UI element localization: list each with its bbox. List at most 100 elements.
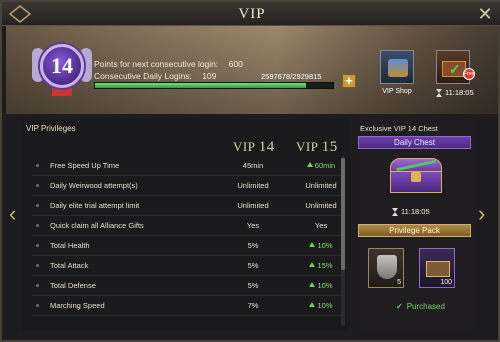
privilege-name: Total Attack (50, 261, 89, 270)
up-arrow-icon (309, 282, 316, 287)
privilege-row: Daily elite trial attempt limit Unlimited… (32, 196, 342, 216)
points-value: 600 (228, 59, 243, 69)
jewel-icon (388, 59, 408, 77)
privilege-name: Total Defense (50, 281, 96, 290)
login-info: Points for next consecutive login: 600 C… (94, 58, 404, 82)
vip-window: VIP ✕ 14 Points for next consecutive log… (0, 0, 500, 342)
privilege-value-vip14: Unlimited (237, 201, 269, 210)
purchased-label: Purchased (406, 302, 445, 311)
col-vip14-level: 14 (258, 139, 275, 155)
privilege-value-vip14: 5% (247, 261, 259, 270)
up-arrow-icon (309, 302, 316, 307)
next-level-arrow-icon[interactable]: › (478, 202, 488, 226)
chest-timer-top: 11:18:05 (436, 88, 474, 98)
privileges-scrollbar[interactable] (341, 156, 345, 326)
vip-level-badge: 14 (40, 44, 84, 88)
points-label: Points for next consecutive login: (94, 59, 219, 69)
col-vip15-level: 15 (321, 139, 338, 155)
privilege-value-vip14: 5% (247, 281, 259, 290)
vip-shop-button[interactable] (380, 50, 414, 84)
privilege-value-vip14: Unlimited (237, 181, 269, 190)
vip-level-number: 14 (51, 53, 73, 78)
chest-timer: 11:18:05 (392, 207, 430, 217)
bullet-icon (36, 204, 39, 207)
daily-chest-tab[interactable]: Daily Chest (358, 136, 471, 149)
privilege-row: Total Attack 5% 15% (32, 256, 342, 276)
logins-value: 109 (202, 71, 217, 81)
privilege-pack-tab[interactable]: Privilege Pack (358, 224, 471, 237)
ornament-icon (8, 5, 32, 23)
pack-item-count: 5 (397, 279, 401, 286)
bullet-icon (36, 284, 39, 287)
privilege-row: Total Defense 5% 10% (32, 276, 342, 296)
privilege-value-vip15-text: 10% (317, 281, 333, 290)
exclusive-title: Exclusive VIP 14 Chest (360, 124, 438, 133)
privilege-value-vip15: 15% (296, 261, 346, 270)
col-vip15-prefix: VIP (296, 139, 318, 154)
chest-icon (426, 261, 450, 277)
up-arrow-icon (306, 162, 313, 167)
logins-label: Consecutive Daily Logins: (94, 71, 192, 81)
up-arrow-icon (309, 262, 316, 267)
bullet-icon (36, 184, 39, 187)
privilege-value-vip15-text: 15% (317, 261, 333, 270)
hourglass-icon (436, 89, 442, 98)
bullet-icon (36, 164, 39, 167)
add-points-button[interactable]: + (342, 74, 356, 88)
privilege-row: Free Speed Up Time 45min 60min (32, 156, 342, 176)
privilege-value-vip14: Yes (246, 221, 260, 230)
privilege-value-vip15: 10% (296, 281, 346, 290)
privilege-value-vip15-text: 60min (314, 161, 336, 170)
privilege-value-vip15: Unlimited (296, 201, 346, 210)
privilege-value-vip15-text: 10% (317, 241, 333, 250)
pack-item-chest[interactable]: 100 (419, 248, 455, 288)
vip-progress-fill (95, 83, 307, 88)
bullet-icon (36, 304, 39, 307)
privilege-value-vip15-text: Yes (314, 221, 328, 230)
privilege-value-vip15: 60min (296, 161, 346, 170)
hourglass-icon (392, 208, 398, 217)
shield-icon (377, 255, 397, 279)
check-icon: ✓ (449, 61, 461, 77)
privilege-name: Total Health (50, 241, 90, 250)
privilege-value-vip14: 7% (247, 301, 259, 310)
pack-item-shield[interactable]: 5 (368, 248, 404, 288)
privilege-value-vip15: 10% (296, 241, 346, 250)
pack-item-count: 100 (440, 279, 452, 286)
bullet-icon (36, 224, 39, 227)
privileges-title: VIP Privileges (26, 124, 76, 133)
col-vip15-header: VIP 15 (296, 139, 338, 156)
privilege-row: Quick claim all Alliance Gifts Yes Yes (32, 216, 342, 236)
purchased-status: ✓ Purchased (396, 302, 445, 311)
check-icon: ✓ (396, 302, 403, 311)
privilege-value-vip14: 45min (242, 161, 264, 170)
bullet-icon (36, 244, 39, 247)
close-icon[interactable]: ✕ (476, 5, 494, 23)
privilege-row: Total Health 5% 10% (32, 236, 342, 256)
chest-timer-top-text: 11:18:05 (445, 88, 474, 97)
free-badge: Free (463, 68, 475, 80)
scrollbar-thumb[interactable] (341, 158, 345, 270)
prev-level-arrow-icon[interactable]: ‹ (9, 202, 19, 226)
col-vip14-prefix: VIP (233, 139, 255, 154)
vip-chest-icon[interactable] (388, 158, 444, 196)
privilege-value-vip14: 5% (247, 241, 259, 250)
privilege-name: Quick claim all Alliance Gifts (50, 221, 144, 230)
privilege-value-vip15: Unlimited (296, 181, 346, 190)
bullet-icon (36, 264, 39, 267)
privilege-value-vip15-text: 10% (317, 301, 333, 310)
col-vip14-header: VIP 14 (233, 139, 275, 156)
privilege-value-vip15: 10% (296, 301, 346, 310)
progress-text: 2597678/2929815 (261, 72, 322, 81)
privilege-name: Marching Speed (50, 301, 105, 310)
vip-progress-bar (94, 82, 334, 89)
window-title: VIP (238, 6, 266, 22)
privilege-value-vip15-text: Unlimited (305, 181, 337, 190)
chest-timer-text: 11:18:05 (401, 207, 430, 216)
privilege-name: Free Speed Up Time (50, 161, 120, 170)
privilege-name: Daily Weirwood attempt(s) (50, 181, 138, 190)
privilege-row: Daily Weirwood attempt(s) Unlimited Unlimi… (32, 176, 342, 196)
up-arrow-icon (309, 242, 316, 247)
vip-shop-label: VIP Shop (382, 88, 412, 95)
privilege-name: Daily elite trial attempt limit (50, 201, 140, 210)
